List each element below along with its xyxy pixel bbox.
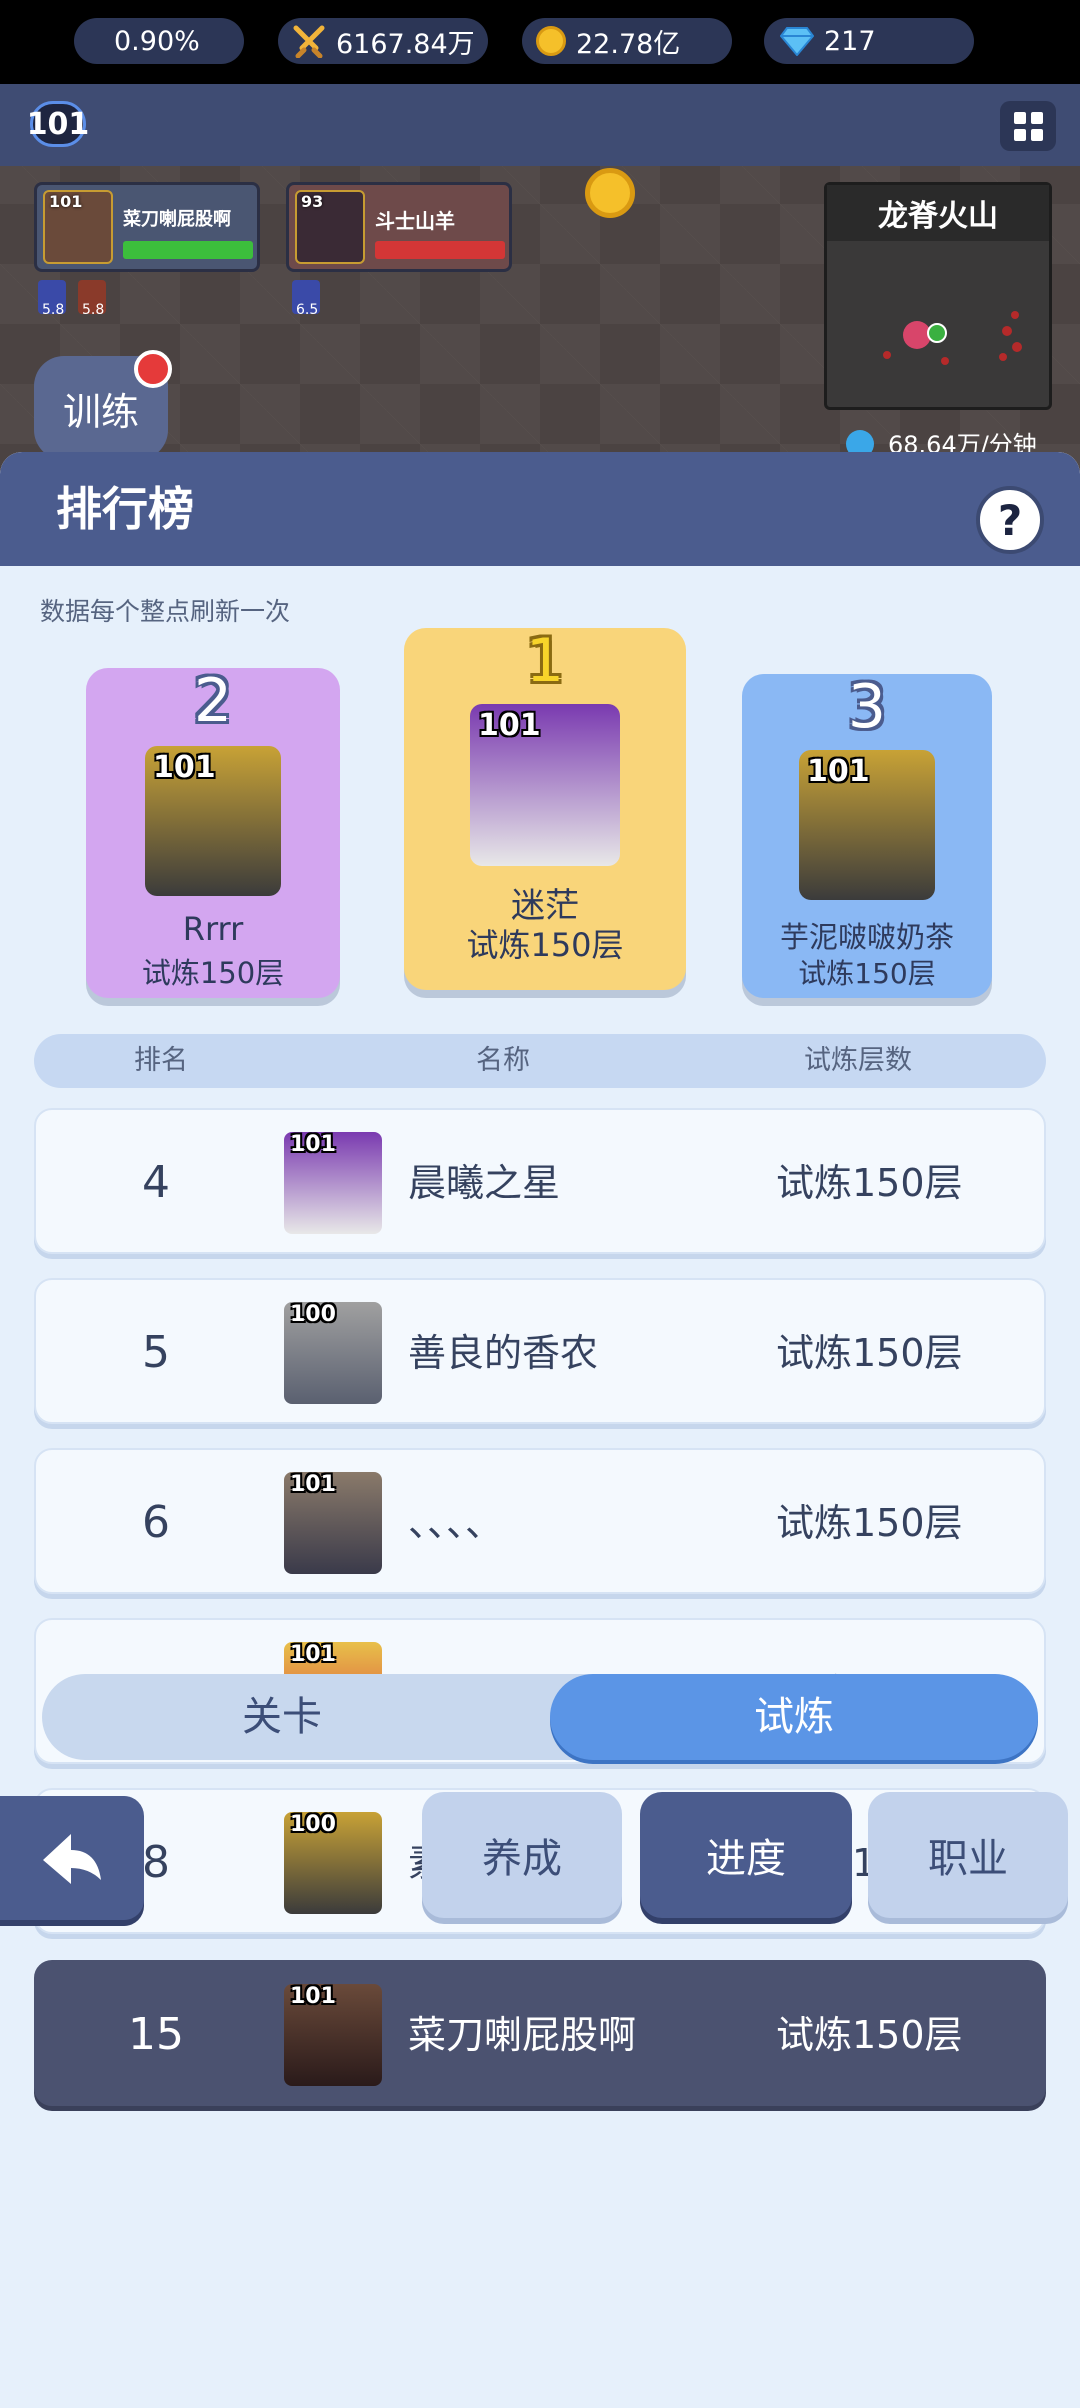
avatar-level: 101 xyxy=(807,754,870,789)
avatar-level: 101 xyxy=(478,708,541,743)
minimap-markers xyxy=(883,311,1022,365)
row-name: 晨曦之星 xyxy=(408,1161,561,1205)
map-name: 龙脊火山 xyxy=(827,185,1049,241)
column-score: 试炼层数 xyxy=(804,1045,912,1076)
gold-value: 22.78亿 xyxy=(576,28,681,60)
row-avatar: 100 xyxy=(284,1302,382,1404)
gem-pill: 217 xyxy=(764,18,974,64)
player-portrait: 101 xyxy=(43,190,113,264)
enemy-portrait: 93 xyxy=(295,190,365,264)
row-avatar: 101 xyxy=(284,1472,382,1574)
player-level-badge[interactable]: 101 xyxy=(27,101,89,147)
player-hp-bar xyxy=(123,241,253,259)
row-avatar: 101 xyxy=(284,1132,382,1234)
column-name: 名称 xyxy=(476,1045,530,1076)
rank-number: 1 xyxy=(525,626,565,696)
avatar-level: 101 xyxy=(290,1984,336,2009)
back-arrow-icon xyxy=(43,1834,101,1884)
avatar-level: 100 xyxy=(290,1812,336,1837)
enemy-level: 93 xyxy=(301,192,324,211)
enemy-name: 斗士山羊 xyxy=(375,209,455,233)
power-pill: 6167.84万 xyxy=(278,18,488,64)
row-score: 试炼150层 xyxy=(776,1501,963,1545)
rank-number: 2 xyxy=(193,666,233,736)
player-name: 菜刀喇屁股啊 xyxy=(123,209,231,230)
diamond-icon xyxy=(780,27,814,56)
gem-value: 217 xyxy=(824,25,876,57)
panel-title: 排行榜 xyxy=(56,482,194,536)
leaderboard-row[interactable]: 6 101 、、、、 试炼150层 xyxy=(34,1448,1046,1594)
row-rank: 6 xyxy=(142,1497,170,1548)
player-card[interactable]: 101 菜刀喇屁股啊 xyxy=(34,182,260,272)
buff-value: 5.8 xyxy=(82,302,105,318)
leaderboard-panel: 排行榜 ? 数据每个整点刷新一次 2 101 Rrrr 试炼150层 1 101… xyxy=(0,452,1080,2408)
player-name: 芋泥啵啵奶茶 xyxy=(779,920,954,954)
leaderboard-row[interactable]: 4 101 晨曦之星 试炼150层 xyxy=(34,1108,1046,1254)
row-name: 、、、、 xyxy=(408,1501,504,1545)
panel-header: 排行榜 ? xyxy=(0,452,1080,566)
player-name: Rrrr xyxy=(182,910,244,948)
power-value: 6167.84万 xyxy=(336,28,475,60)
job-button[interactable]: 职业 xyxy=(868,1792,1068,1918)
notification-dot xyxy=(134,350,172,388)
crossed-swords-icon xyxy=(293,25,325,58)
podium-rank-1[interactable]: 1 101 迷茫 试炼150层 xyxy=(404,626,686,990)
minimap[interactable]: 龙脊火山 xyxy=(824,182,1052,410)
player-avatar: 101 xyxy=(799,750,935,900)
tab-trial[interactable]: 试炼 xyxy=(550,1674,1038,1760)
row-rank: 15 xyxy=(128,2009,184,2060)
top-hud xyxy=(0,84,1080,166)
player-score: 试炼150层 xyxy=(466,926,624,964)
row-rank: 4 xyxy=(142,1157,170,1208)
avatar-level: 100 xyxy=(290,1302,336,1327)
player-score: 试炼150层 xyxy=(141,956,285,990)
avatar-level: 101 xyxy=(290,1132,336,1157)
player-level: 101 xyxy=(49,192,83,211)
enemy-hp-bar xyxy=(375,241,505,259)
buff-value: 5.8 xyxy=(42,302,65,318)
exp-percent: 0.90% xyxy=(114,25,200,57)
exp-pill: 0.90% xyxy=(74,18,244,64)
row-avatar: 101 xyxy=(284,1984,382,2086)
floating-coin-icon xyxy=(585,168,635,218)
row-name: 善良的香农 xyxy=(408,1331,599,1375)
table-header: 排名 名称 试炼层数 xyxy=(34,1034,1046,1088)
row-score: 试炼150层 xyxy=(776,1331,963,1375)
avatar-level: 101 xyxy=(153,750,216,785)
row-avatar: 100 xyxy=(284,1812,382,1914)
player-score: 试炼150层 xyxy=(798,957,936,990)
leaderboard-tab-switch: 关卡 试炼 xyxy=(42,1674,1038,1760)
rank-number: 3 xyxy=(847,672,887,742)
row-score: 试炼150层 xyxy=(776,1161,963,1205)
podium-rank-2[interactable]: 2 101 Rrrr 试炼150层 xyxy=(86,666,340,998)
my-rank-row[interactable]: 15 101 菜刀喇屁股啊 试炼150层 xyxy=(34,1960,1046,2106)
gold-coin-icon xyxy=(536,26,566,56)
avatar-level: 101 xyxy=(290,1642,336,1667)
progress-button[interactable]: 进度 xyxy=(640,1792,852,1918)
develop-button[interactable]: 养成 xyxy=(422,1792,622,1918)
player-avatar: 101 xyxy=(470,704,620,866)
menu-grid-button[interactable] xyxy=(1000,101,1056,151)
player-avatar: 101 xyxy=(145,746,281,896)
leaderboard-row[interactable]: 5 100 善良的香农 试炼150层 xyxy=(34,1278,1046,1424)
row-score: 试炼150层 xyxy=(776,2013,963,2057)
enemy-card[interactable]: 93 斗士山羊 xyxy=(286,182,512,272)
help-button[interactable]: ? xyxy=(976,486,1044,554)
column-rank: 排名 xyxy=(134,1045,188,1076)
avatar-level: 101 xyxy=(290,1472,336,1497)
refresh-note: 数据每个整点刷新一次 xyxy=(40,597,291,626)
gold-pill: 22.78亿 xyxy=(522,18,732,64)
back-button[interactable] xyxy=(0,1796,144,1920)
podium-rank-3[interactable]: 3 101 芋泥啵啵奶茶 试炼150层 xyxy=(742,672,992,998)
tab-stage[interactable]: 关卡 xyxy=(42,1674,522,1760)
row-name: 菜刀喇屁股啊 xyxy=(408,2013,637,2057)
row-rank: 5 xyxy=(142,1327,170,1378)
buff-value: 6.5 xyxy=(296,302,319,318)
